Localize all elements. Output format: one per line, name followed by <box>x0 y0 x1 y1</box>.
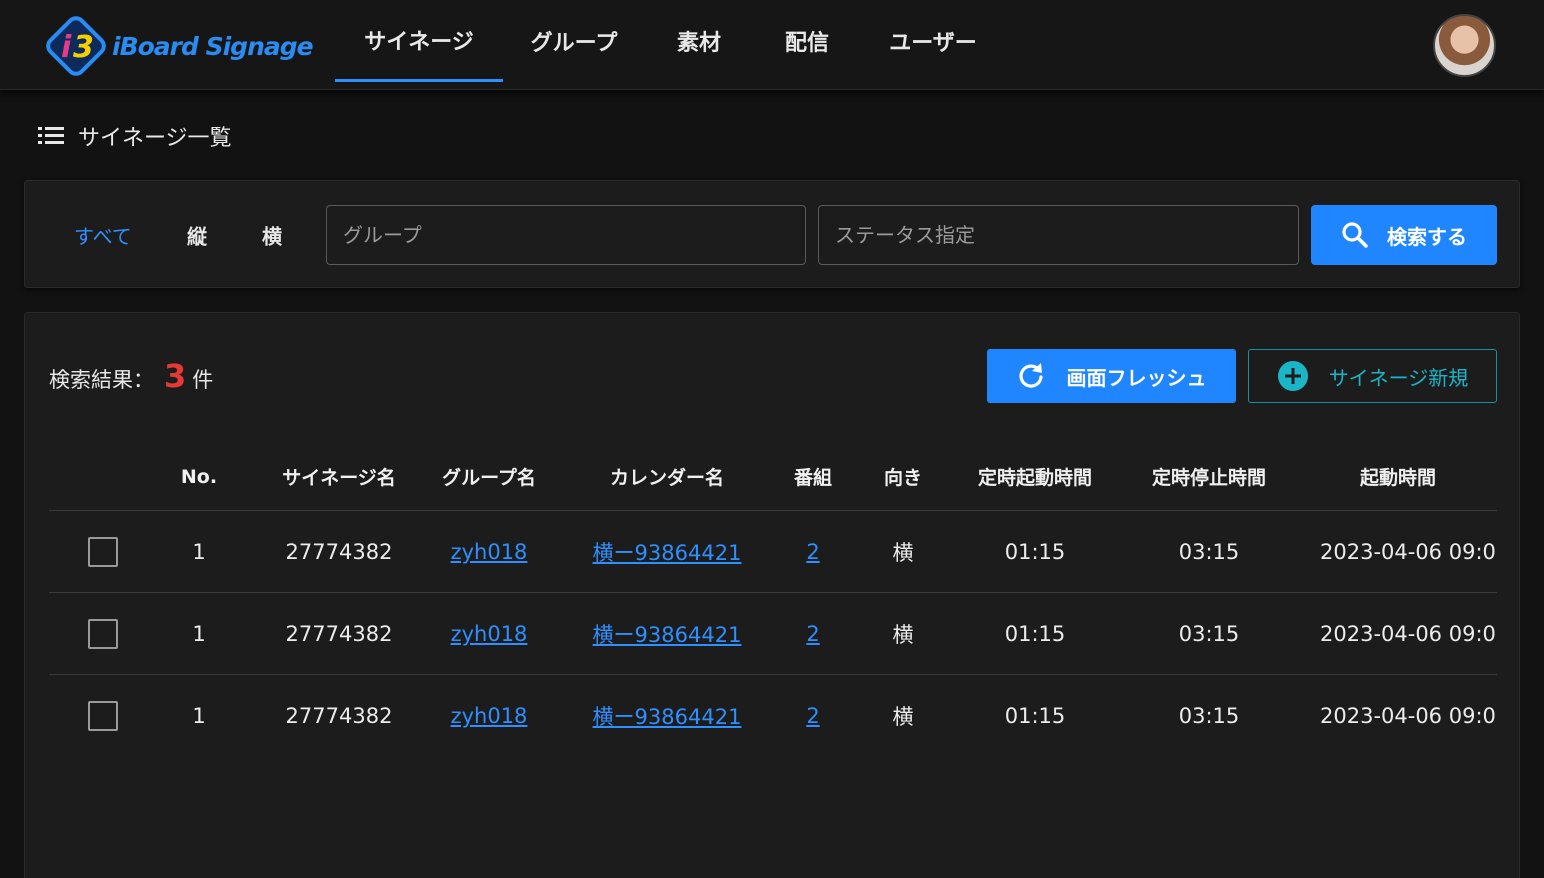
row-scheduled-start: 01:15 <box>1004 621 1066 646</box>
list-icon <box>38 127 64 144</box>
filter-tab-all[interactable]: すべて <box>74 221 132 250</box>
refresh-icon <box>1018 363 1043 388</box>
row-program-link[interactable]: 2 <box>783 593 843 674</box>
row-no: 1 <box>192 704 206 728</box>
header-calendar-name[interactable]: カレンダー名 <box>569 443 765 510</box>
row-checkbox-cell <box>73 511 133 592</box>
row-no: 1 <box>192 621 206 646</box>
logo-text: iBoard Signage <box>112 31 314 61</box>
row-scheduled-start: 01:15 <box>1004 704 1066 728</box>
svg-text:i: i <box>61 30 72 65</box>
row-signage-name: 27774382 <box>285 539 393 564</box>
page-title-text: サイネージ一覧 <box>78 126 232 151</box>
row-checkbox-cell <box>73 675 133 757</box>
main-nav: サイネージ グループ 素材 配信 ユーザー <box>335 0 1005 90</box>
search-button-label: 検索する <box>1387 224 1467 249</box>
nav-item-material[interactable]: 素材 <box>645 0 753 82</box>
row-boot-time: 2023-04-06 09:00 <box>1320 539 1497 564</box>
row-no: 1 <box>192 539 206 564</box>
row-program-link[interactable]: 2 <box>783 675 843 757</box>
search-button[interactable]: 検索する <box>1311 205 1497 265</box>
row-scheduled-stop: 03:15 <box>1178 539 1240 564</box>
signage-table: No. サイネージ名 グループ名 カレンダー名 番組 向き 定時起動時間 定時停… <box>49 443 1497 757</box>
table-header-row: No. サイネージ名 グループ名 カレンダー名 番組 向き 定時起動時間 定時停… <box>49 443 1497 511</box>
header-no[interactable]: No. <box>169 443 229 510</box>
row-signage-name: 27774382 <box>285 704 393 728</box>
row-program-link[interactable]: 2 <box>783 511 843 592</box>
row-calendar-link[interactable]: 横ー93864421 <box>569 675 765 757</box>
filter-tab-portrait[interactable]: 縦 <box>187 221 207 250</box>
header-program[interactable]: 番組 <box>783 443 843 510</box>
logo-mark-icon: i 3 <box>46 16 106 76</box>
result-count-suffix: 件 <box>192 368 214 392</box>
results-panel: 検索結果： 3 件 画面フレッシュ サイネージ新規 No. サイネージ名 グルー… <box>24 312 1520 878</box>
row-direction: 横 <box>892 622 914 647</box>
row-boot-time: 2023-04-06 09:00 <box>1320 621 1497 646</box>
search-icon <box>1342 222 1368 248</box>
refresh-button[interactable]: 画面フレッシュ <box>987 349 1236 403</box>
header-signage-name[interactable]: サイネージ名 <box>259 443 419 510</box>
header-boot-time[interactable]: 起動時間 <box>1299 443 1497 510</box>
row-boot-time: 2023-04-06 09:00 <box>1320 704 1497 728</box>
group-select[interactable] <box>326 205 806 265</box>
header-direction[interactable]: 向き <box>873 443 933 510</box>
row-checkbox-cell <box>73 593 133 674</box>
row-checkbox[interactable] <box>88 701 118 731</box>
table-row: 1 27774382 zyh018 横ー93864421 2 横 01:15 0… <box>49 675 1497 757</box>
status-select[interactable] <box>818 205 1299 265</box>
row-direction: 横 <box>892 705 914 729</box>
result-count: 検索結果： 3 件 <box>49 357 213 395</box>
result-count-prefix: 検索結果： <box>49 368 154 392</box>
row-scheduled-start: 01:15 <box>1004 539 1066 564</box>
row-checkbox[interactable] <box>88 618 118 649</box>
page-title: サイネージ一覧 <box>38 118 232 154</box>
nav-item-delivery[interactable]: 配信 <box>753 0 861 82</box>
filter-panel: すべて 縦 横 検索する <box>24 180 1520 288</box>
new-signage-button-label: サイネージ新規 <box>1328 365 1469 390</box>
top-navbar: i 3 iBoard Signage サイネージ グループ 素材 配信 ユーザー <box>0 0 1544 90</box>
new-signage-button[interactable]: サイネージ新規 <box>1248 349 1497 403</box>
nav-item-user[interactable]: ユーザー <box>861 0 1005 82</box>
header-scheduled-stop[interactable]: 定時停止時間 <box>1129 443 1289 510</box>
plus-circle-icon <box>1277 361 1308 391</box>
row-signage-name: 27774382 <box>285 621 393 646</box>
row-group-link[interactable]: zyh018 <box>429 593 549 674</box>
row-scheduled-stop: 03:15 <box>1178 704 1240 728</box>
row-group-link[interactable]: zyh018 <box>429 511 549 592</box>
table-row: 1 27774382 zyh018 横ー93864421 2 横 01:15 0… <box>49 593 1497 675</box>
row-direction: 横 <box>892 540 914 565</box>
filter-tab-landscape[interactable]: 横 <box>262 221 282 250</box>
svg-text:3: 3 <box>73 30 94 65</box>
row-checkbox[interactable] <box>88 536 118 567</box>
app-logo[interactable]: i 3 iBoard Signage <box>40 10 330 82</box>
user-avatar[interactable] <box>1433 14 1496 77</box>
header-scheduled-start[interactable]: 定時起動時間 <box>953 443 1117 510</box>
refresh-button-label: 画面フレッシュ <box>1066 365 1207 390</box>
row-calendar-link[interactable]: 横ー93864421 <box>569 593 765 674</box>
table-row: 1 27774382 zyh018 横ー93864421 2 横 01:15 0… <box>49 511 1497 593</box>
header-group-name[interactable]: グループ名 <box>429 443 549 510</box>
row-scheduled-stop: 03:15 <box>1178 621 1240 646</box>
nav-item-group[interactable]: グループ <box>503 0 645 82</box>
row-calendar-link[interactable]: 横ー93864421 <box>569 511 765 592</box>
row-group-link[interactable]: zyh018 <box>429 675 549 757</box>
result-count-number: 3 <box>164 357 187 395</box>
nav-item-signage[interactable]: サイネージ <box>335 0 503 82</box>
